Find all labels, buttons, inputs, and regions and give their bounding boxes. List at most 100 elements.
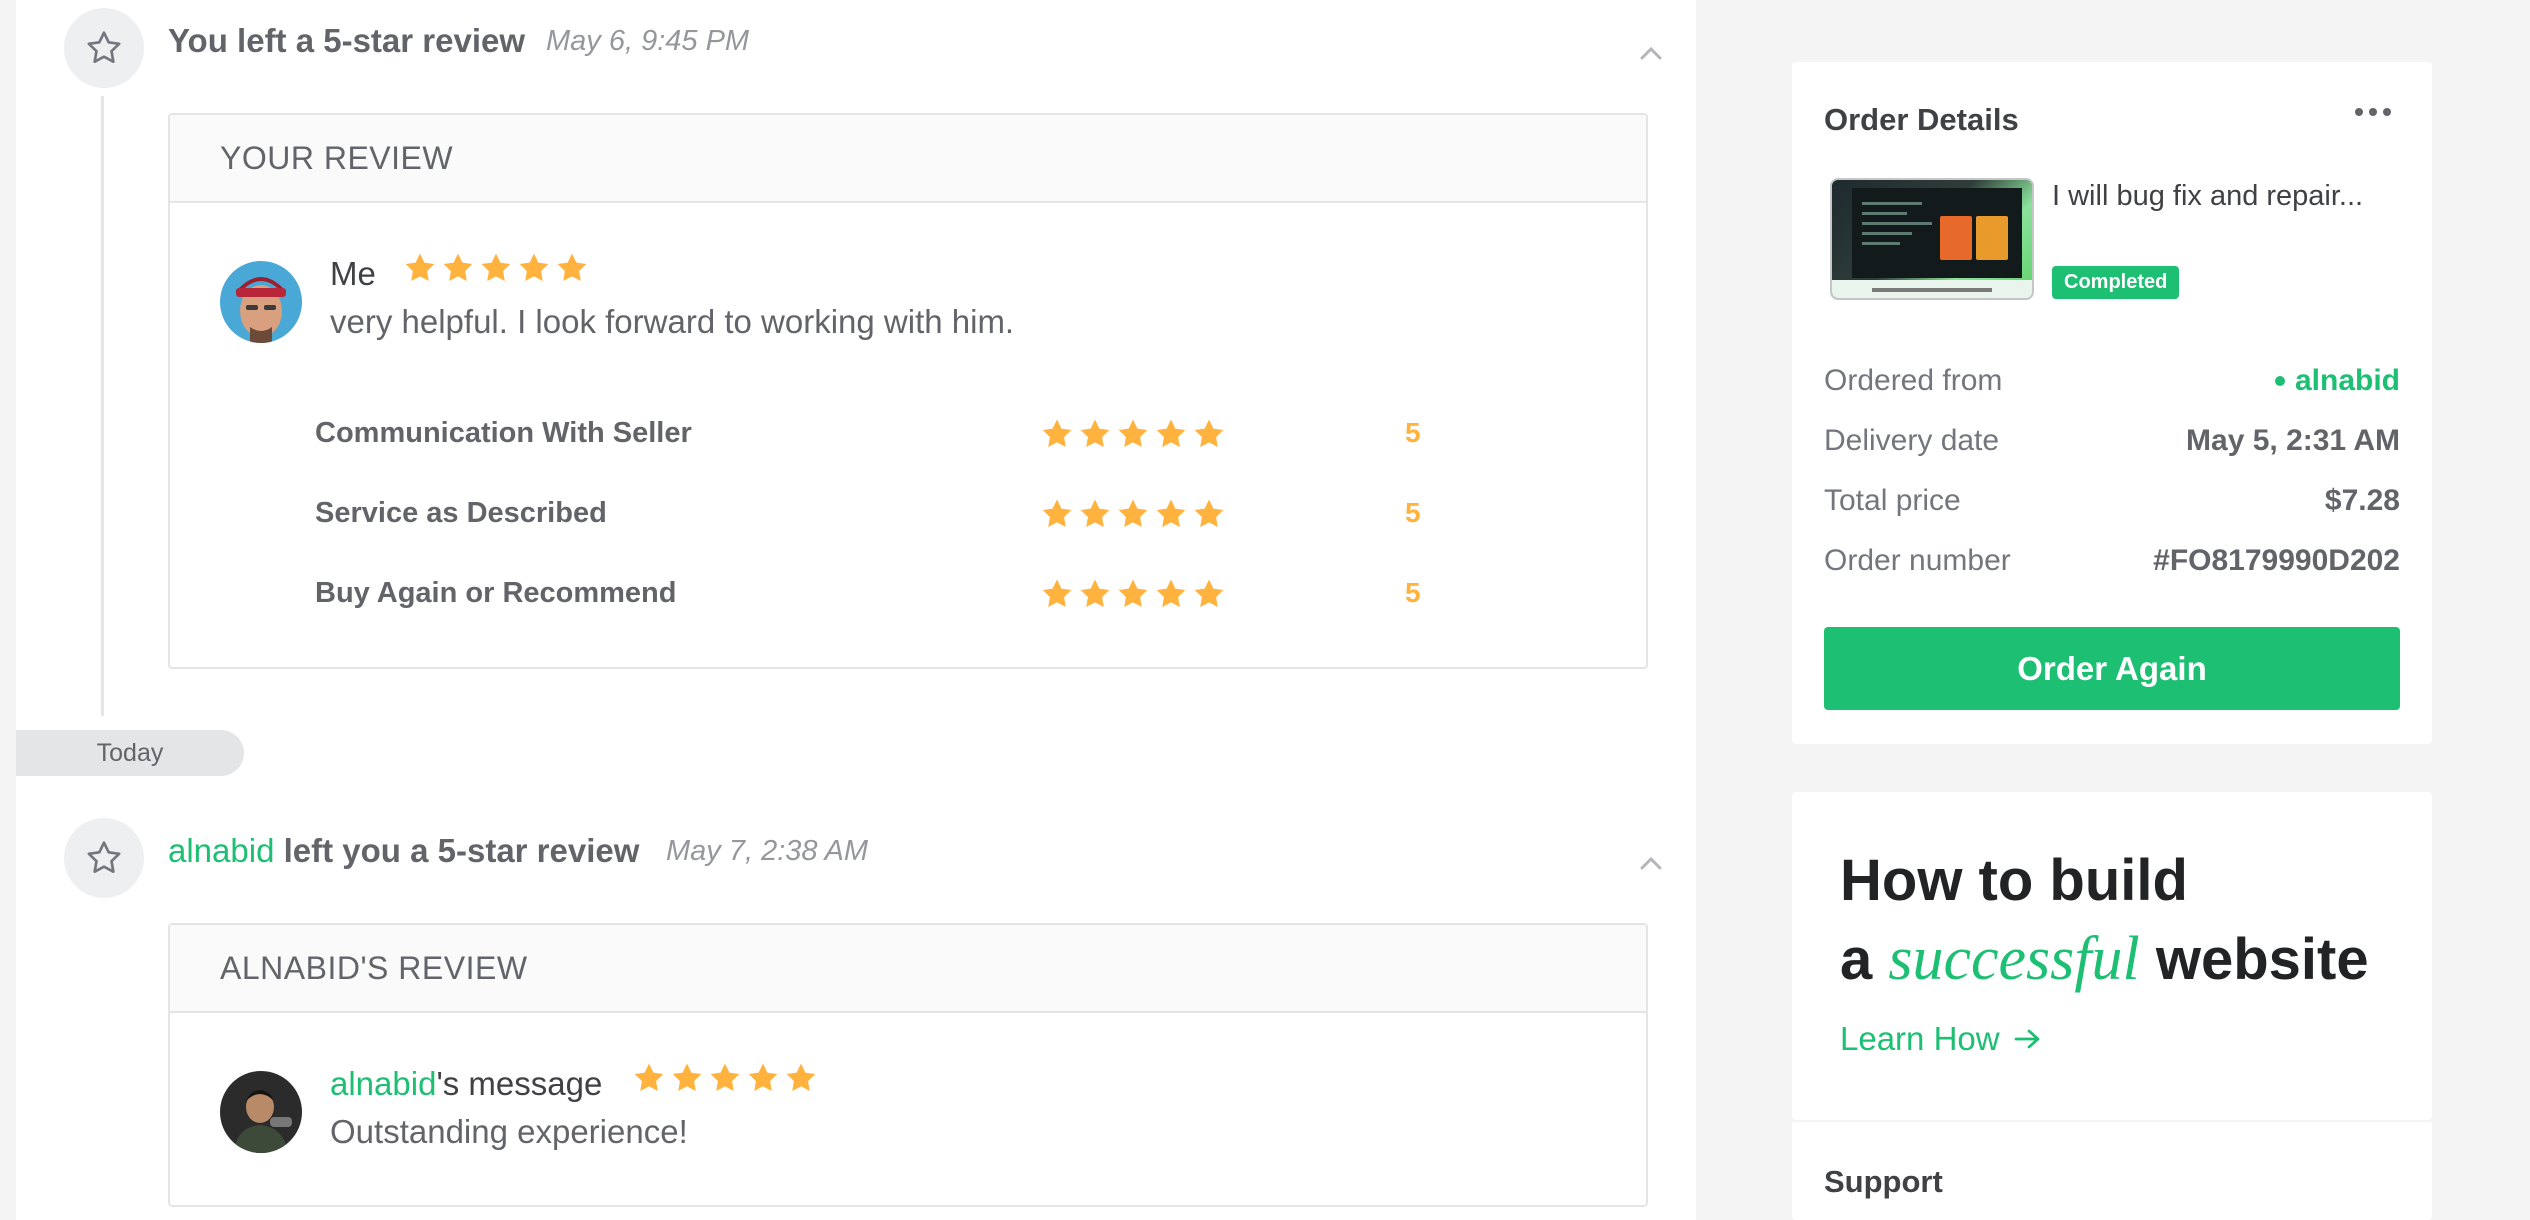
- online-status-dot: [2274, 376, 2285, 386]
- star-icon: [748, 1063, 778, 1092]
- review-card-header: YOUR REVIEW: [170, 115, 1646, 203]
- star-icon: [672, 1063, 702, 1092]
- event-time: May 6, 9:45 PM: [546, 25, 750, 57]
- detail-value: May 5, 2:31 AM: [2186, 424, 2400, 457]
- star-icon: [1118, 499, 1148, 528]
- star-icon: [634, 1063, 664, 1092]
- star-icon: [1042, 579, 1072, 608]
- star-icon: [1042, 499, 1072, 528]
- avatar: [220, 261, 302, 343]
- username-link[interactable]: alnabid: [330, 1065, 436, 1102]
- review-card-header: ALNABID'S REVIEW: [170, 925, 1646, 1013]
- promo-line-2: a successful website: [1840, 920, 2369, 999]
- star-icon: [443, 253, 473, 282]
- more-icon[interactable]: [2355, 108, 2391, 116]
- promo-line-1: How to build: [1840, 848, 2188, 913]
- chevron-up-icon: [1640, 856, 1662, 870]
- order-again-button[interactable]: Order Again: [1824, 627, 2400, 710]
- star-outline-icon: [87, 841, 121, 873]
- order-page: You left a 5-star review May 6, 9:45 PM …: [0, 0, 2530, 1220]
- seller-review-card: ALNABID'S REVIEW alnabid's message Outst…: [168, 923, 1648, 1207]
- star-icon: [710, 1063, 740, 1092]
- rating-value: 5: [1405, 417, 1421, 448]
- detail-row: Order number #FO8179990D202: [1824, 544, 2400, 584]
- status-badge: Completed: [2052, 266, 2180, 299]
- promo-accent: successful: [1888, 925, 2140, 993]
- collapse-button[interactable]: [1636, 38, 1666, 68]
- rating-label: Communication With Seller: [315, 417, 692, 449]
- star-icon: [1156, 419, 1186, 448]
- activity-timeline: You left a 5-star review May 6, 9:45 PM …: [16, 0, 1696, 1220]
- star-icon: [1080, 419, 1110, 448]
- star-icon: [1194, 419, 1224, 448]
- seller-name: alnabid: [2294, 364, 2400, 397]
- detail-label: Total price: [1824, 484, 1961, 517]
- detail-row: Ordered from alnabid: [1824, 364, 2400, 404]
- star-icon: [1118, 579, 1148, 608]
- review-text: Outstanding experience!: [330, 1113, 688, 1150]
- your-review-card: YOUR REVIEW Me very helpful. I look forw…: [168, 113, 1648, 669]
- star-icon: [1156, 579, 1186, 608]
- order-details-title: Order Details: [1824, 102, 2019, 137]
- star-icon: [481, 253, 511, 282]
- date-divider: Today: [16, 730, 244, 776]
- event-title: You left a 5-star review: [168, 22, 526, 59]
- rating-stars: [1040, 577, 1226, 611]
- review-event-icon: [64, 8, 144, 88]
- event-title-text: left you a 5-star review: [274, 832, 640, 869]
- star-icon: [1080, 579, 1110, 608]
- rating-row: Communication With Seller 5: [315, 417, 1421, 457]
- star-outline-icon: [87, 31, 121, 63]
- review-text: very helpful. I look forward to working …: [330, 303, 1015, 340]
- order-details-card: Order Details I will bug fix and repair.…: [1792, 62, 2432, 744]
- support-card: Support: [1792, 1120, 2432, 1220]
- star-icon: [1042, 419, 1072, 448]
- star-icon: [1118, 419, 1148, 448]
- star-icon: [1156, 499, 1186, 528]
- detail-label: Order number: [1824, 544, 2011, 577]
- detail-label: Ordered from: [1824, 364, 2003, 397]
- support-title: Support: [1824, 1164, 1943, 1199]
- learn-how-label: Learn How: [1840, 1020, 2000, 1057]
- rating-stars: [1040, 417, 1226, 451]
- chevron-up-icon: [1640, 46, 1662, 60]
- star-rating: [632, 1061, 818, 1095]
- arrow-right-icon: [2014, 1029, 2039, 1049]
- detail-value: $7.28: [2324, 484, 2400, 517]
- gig-title-link[interactable]: I will bug fix and repair...: [2052, 180, 2363, 213]
- star-rating: [403, 251, 589, 285]
- promo-suffix: website: [2139, 927, 2369, 992]
- seller-link[interactable]: alnabid: [2274, 364, 2400, 398]
- star-icon: [557, 253, 587, 282]
- rating-stars: [1040, 497, 1226, 531]
- detail-value: #FO8179990D202: [2153, 544, 2400, 577]
- promo-card: How to build a successful website Learn …: [1792, 792, 2432, 1120]
- reviewer-name-suffix: 's message: [436, 1065, 603, 1102]
- learn-how-link[interactable]: Learn How: [1840, 1020, 2042, 1058]
- rating-value: 5: [1405, 497, 1421, 528]
- detail-row: Delivery date May 5, 2:31 AM: [1824, 424, 2400, 464]
- event-title: alnabid left you a 5-star review: [168, 832, 639, 870]
- collapse-button[interactable]: [1636, 848, 1666, 878]
- star-icon: [1194, 579, 1224, 608]
- star-icon: [786, 1063, 816, 1092]
- review-event-icon: [64, 818, 144, 898]
- gig-thumbnail[interactable]: [1830, 178, 2034, 300]
- star-icon: [519, 253, 549, 282]
- promo-title: How to build a successful website: [1840, 842, 2369, 999]
- rating-label: Buy Again or Recommend: [315, 577, 677, 609]
- promo-prefix: a: [1840, 927, 1889, 992]
- avatar: [220, 1071, 302, 1153]
- detail-label: Delivery date: [1824, 424, 2000, 457]
- rating-value: 5: [1405, 577, 1421, 608]
- rating-label: Service as Described: [315, 497, 607, 529]
- star-icon: [1080, 499, 1110, 528]
- rating-row: Buy Again or Recommend 5: [315, 577, 1421, 617]
- star-icon: [405, 253, 435, 282]
- reviewer-name: alnabid's message: [330, 1065, 602, 1103]
- rating-row: Service as Described 5: [315, 497, 1421, 537]
- username-link[interactable]: alnabid: [168, 832, 274, 869]
- reviewer-name: Me: [330, 255, 376, 292]
- detail-row: Total price $7.28: [1824, 484, 2400, 524]
- star-icon: [1194, 499, 1224, 528]
